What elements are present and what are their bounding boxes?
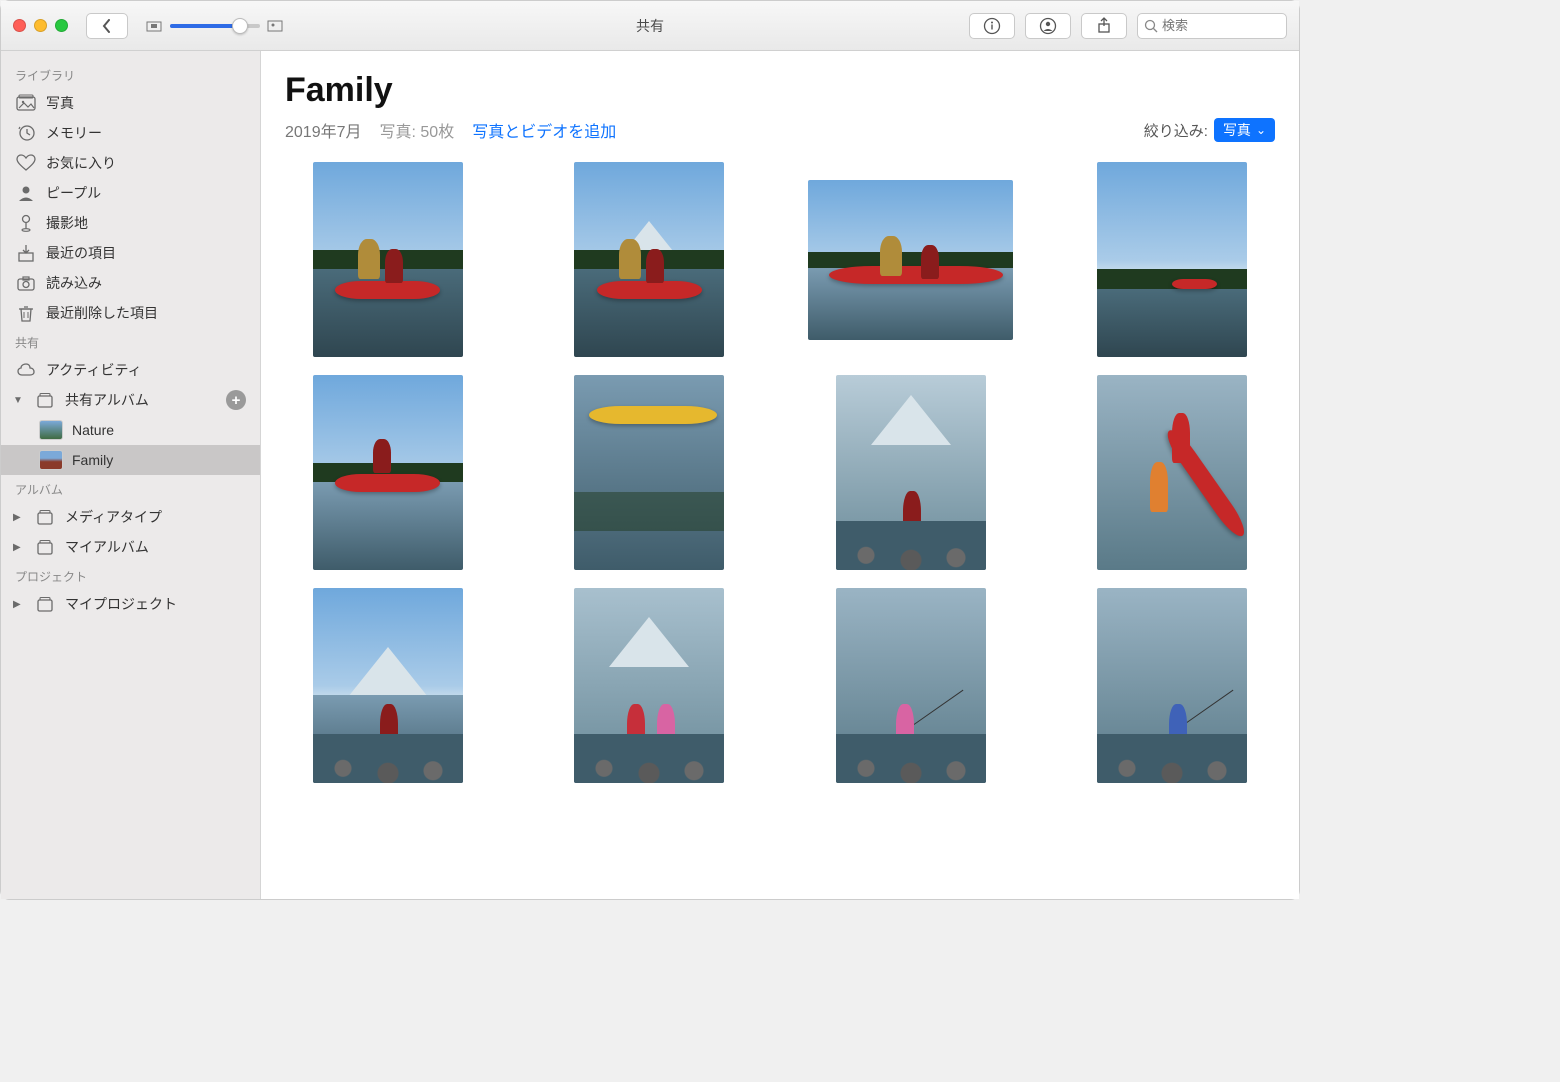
window-controls (13, 19, 68, 32)
sidebar-header-projects: プロジェクト (1, 562, 260, 589)
sidebar-item-people[interactable]: ピープル (1, 178, 260, 208)
people-button[interactable] (1025, 13, 1071, 39)
trash-icon (15, 303, 37, 323)
photos-icon (15, 93, 37, 113)
photo-grid (285, 162, 1275, 783)
sidebar-item-label: 最近削除した項目 (46, 303, 158, 323)
content-area: Family 2019年7月 写真: 50枚 写真とビデオを追加 絞り込み: 写… (261, 51, 1299, 899)
zoom-large-icon (266, 19, 284, 33)
photo-thumbnail[interactable] (574, 375, 724, 570)
disclosure-triangle-icon[interactable]: ▼ (13, 395, 23, 406)
photo-thumbnail[interactable] (1097, 162, 1247, 357)
sidebar-item-recently-deleted[interactable]: 最近削除した項目 (1, 298, 260, 328)
filter-control: 絞り込み: 写真 (1144, 118, 1275, 142)
album-date: 2019年7月 (285, 118, 362, 142)
zoom-small-icon (146, 19, 164, 33)
pin-icon (15, 213, 37, 233)
disclosure-triangle-icon[interactable]: ▶ (13, 512, 23, 523)
sidebar-item-label: 写真 (46, 93, 74, 113)
sidebar-item-label: Nature (72, 422, 114, 438)
download-icon (15, 243, 37, 263)
photo-thumbnail[interactable] (313, 162, 463, 357)
clock-icon (15, 123, 37, 143)
sidebar-item-label: 撮影地 (46, 213, 88, 233)
sidebar-item-imports[interactable]: 読み込み (1, 268, 260, 298)
toolbar-right (969, 13, 1287, 39)
sidebar-header-albums: アルバム (1, 475, 260, 502)
album-meta: 2019年7月 写真: 50枚 写真とビデオを追加 絞り込み: 写真 (285, 118, 1275, 142)
album-stack-icon (34, 537, 56, 557)
search-icon (1144, 19, 1158, 33)
add-album-button[interactable]: + (226, 390, 246, 410)
album-thumbnail-icon (39, 420, 63, 440)
sidebar-item-label: ピープル (46, 183, 101, 203)
album-title: Family (285, 71, 1275, 110)
sidebar-album-family[interactable]: Family (1, 445, 260, 475)
album-stack-icon (34, 390, 56, 410)
back-button[interactable] (86, 13, 128, 39)
filter-label: 絞り込み: (1144, 120, 1208, 141)
close-button[interactable] (13, 19, 26, 32)
sidebar-item-photos[interactable]: 写真 (1, 88, 260, 118)
sidebar-item-label: 読み込み (46, 273, 102, 293)
disclosure-triangle-icon[interactable]: ▶ (13, 599, 23, 610)
titlebar: 共有 (1, 1, 1299, 51)
sidebar-item-label: アクティビティ (46, 360, 142, 380)
sidebar-item-label: メモリー (46, 123, 102, 143)
sidebar-item-label: Family (72, 452, 113, 468)
photo-thumbnail[interactable] (574, 588, 724, 783)
album-thumbnail-icon (39, 450, 63, 470)
sidebar-item-label: メディアタイプ (65, 507, 162, 527)
sidebar-item-shared-albums[interactable]: ▼ 共有アルバム + (1, 385, 260, 415)
search-input[interactable] (1162, 18, 1280, 33)
sidebar-header-shared: 共有 (1, 328, 260, 355)
sidebar-item-recents[interactable]: 最近の項目 (1, 238, 260, 268)
sidebar-header-library: ライブラリ (1, 61, 260, 88)
photo-thumbnail[interactable] (574, 162, 724, 357)
sidebar-item-label: マイアルバム (65, 537, 149, 557)
photo-thumbnail[interactable] (313, 588, 463, 783)
sidebar-item-label: 共有アルバム (65, 390, 149, 410)
thumbnail-zoom-slider[interactable] (146, 19, 284, 33)
sidebar-item-media-types[interactable]: ▶ メディアタイプ (1, 502, 260, 532)
info-button[interactable] (969, 13, 1015, 39)
sidebar: ライブラリ 写真 メモリー お気に入り ピープル 撮影地 最近の項目 読み込み (1, 51, 261, 899)
photo-thumbnail[interactable] (1097, 588, 1247, 783)
sidebar-item-my-projects[interactable]: ▶ マイプロジェクト (1, 589, 260, 619)
album-stack-icon (34, 594, 56, 614)
photo-thumbnail[interactable] (1097, 375, 1247, 570)
add-photos-link[interactable]: 写真とビデオを追加 (472, 118, 616, 142)
sidebar-item-favorites[interactable]: お気に入り (1, 148, 260, 178)
sidebar-album-nature[interactable]: Nature (1, 415, 260, 445)
sidebar-item-label: お気に入り (46, 153, 116, 173)
person-icon (15, 183, 37, 203)
heart-icon (15, 153, 37, 173)
camera-icon (15, 273, 37, 293)
minimize-button[interactable] (34, 19, 47, 32)
share-button[interactable] (1081, 13, 1127, 39)
slider-fill (170, 24, 240, 28)
photo-thumbnail[interactable] (808, 180, 1013, 340)
window-title: 共有 (636, 16, 664, 36)
album-count: 写真: 50枚 (380, 118, 455, 142)
search-field[interactable] (1137, 13, 1287, 39)
slider-thumb[interactable] (232, 18, 248, 34)
photo-thumbnail[interactable] (313, 375, 463, 570)
album-stack-icon (34, 507, 56, 527)
sidebar-item-places[interactable]: 撮影地 (1, 208, 260, 238)
sidebar-item-my-albums[interactable]: ▶ マイアルバム (1, 532, 260, 562)
cloud-icon (15, 360, 37, 380)
disclosure-triangle-icon[interactable]: ▶ (13, 542, 23, 553)
sidebar-item-label: マイプロジェクト (65, 594, 177, 614)
photo-thumbnail[interactable] (836, 375, 986, 570)
sidebar-item-activity[interactable]: アクティビティ (1, 355, 260, 385)
zoom-button[interactable] (55, 19, 68, 32)
photo-thumbnail[interactable] (836, 588, 986, 783)
filter-dropdown[interactable]: 写真 (1214, 118, 1275, 142)
sidebar-item-label: 最近の項目 (46, 243, 116, 263)
slider-track[interactable] (170, 24, 260, 28)
sidebar-item-memories[interactable]: メモリー (1, 118, 260, 148)
